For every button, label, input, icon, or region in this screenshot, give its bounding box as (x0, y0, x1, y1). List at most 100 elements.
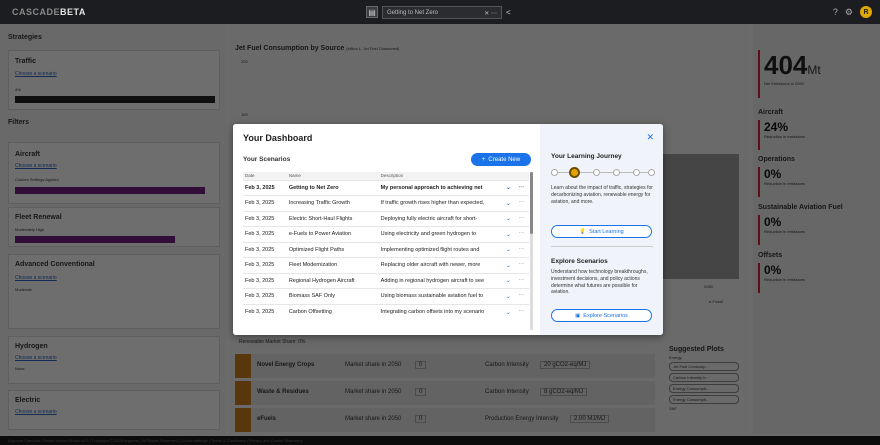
offsets-stat: 0% Reduction in emissions (758, 263, 876, 293)
traffic-card: Traffic Choose a scenario 4% (8, 50, 220, 110)
journey-step[interactable] (633, 169, 640, 176)
dialog-title: Your Dashboard (243, 133, 313, 143)
suggested-plot-chip[interactable]: Carbon Intensity b... (669, 373, 739, 382)
fuel-ci-input[interactable]: 2.00 MJ/MJ (570, 415, 610, 423)
electric-card: Electric Choose a scenario (8, 390, 220, 430)
fuel-swatch (235, 408, 251, 432)
more-icon[interactable]: ⋯ (516, 257, 529, 273)
journey-step[interactable] (648, 169, 655, 176)
filters-label[interactable]: Filters (8, 119, 29, 126)
scenario-row[interactable]: Feb 3, 2025 e-Fuels to Power Aviation Usin… (243, 226, 529, 242)
strategies-panel: Strategies Traffic Choose a scenario 4% … (0, 24, 226, 434)
aircraft-bar[interactable] (15, 187, 205, 194)
fuel-ci-label: Carbon Intensity (485, 362, 529, 368)
journey-text: Learn about the impact of traffic, strat… (551, 185, 653, 205)
chevron-down-icon[interactable]: ⌄ (503, 226, 517, 242)
fuel-ci-label: Carbon Intensity (485, 389, 529, 395)
chevron-down-icon[interactable]: ⌄ (503, 257, 517, 273)
scenario-switcher: ▤ Getting to Net Zero ✕ ⋯ < (366, 5, 511, 19)
chevron-down-icon[interactable]: ⌄ (503, 210, 517, 227)
app-logo[interactable]: CASCADEBETA (12, 7, 86, 17)
aircraft-scenario-link[interactable]: Choose a scenario (15, 163, 57, 169)
col-description[interactable]: Description (378, 172, 504, 180)
more-icon[interactable]: ⋯ (516, 241, 529, 258)
col-name[interactable]: Name (286, 172, 379, 180)
fuel-ci-input[interactable]: 20 gCO2-eq/MJ (540, 361, 591, 369)
close-icon[interactable]: ✕ (646, 132, 654, 143)
fleet-sub: Moderately High (15, 227, 45, 232)
scenario-row[interactable]: Feb 3, 2025 Biomass SAF Only Using biomass… (243, 288, 529, 304)
scenario-name-input[interactable]: Getting to Net Zero ✕ ⋯ (382, 5, 502, 19)
fuel-ci-input[interactable]: 8 gCO2-eq/MJ (540, 388, 588, 396)
net-emissions-sub: Net Emissions in 2050 (764, 81, 804, 86)
more-icon[interactable]: ⋯ (516, 210, 529, 227)
scenario-row[interactable]: Feb 3, 2025 Increasing Traffic Growth If t… (243, 195, 529, 211)
chevron-down-icon[interactable]: ⌄ (503, 272, 517, 289)
traffic-slider[interactable] (15, 96, 215, 103)
col-date[interactable]: Date (243, 172, 287, 180)
advanced-label: Advanced Conventional (15, 261, 95, 268)
more-icon[interactable]: ⋯ (491, 11, 497, 17)
scenario-description: Using biomass sustainable aviation fuel … (378, 288, 504, 304)
fuel-row: eFuels Market share in 2050 0 Production… (235, 408, 655, 432)
fuel-ms-input[interactable]: 0 (415, 361, 427, 369)
scenario-row[interactable]: Feb 3, 2025 Getting to Net Zero My persona… (243, 179, 529, 196)
scenario-row[interactable]: Feb 3, 2025 Optimized Flight Paths Impleme… (243, 241, 529, 258)
journey-step[interactable] (593, 169, 600, 176)
more-icon[interactable]: ⋯ (516, 179, 529, 196)
advanced-scenario-link[interactable]: Choose a scenario (15, 275, 57, 281)
aircraft-stat-value: 24% (764, 120, 789, 134)
close-icon[interactable]: ✕ (484, 11, 489, 17)
explore-scenarios-button[interactable]: ▣ Explore Scenarios (551, 309, 652, 322)
electric-scenario-link[interactable]: Choose a scenario (15, 409, 57, 415)
scenario-name: Electric Short-Haul Flights (286, 210, 379, 227)
section-renewable-share: Renewable Market Share: 0% (239, 339, 306, 345)
share-icon[interactable]: < (506, 8, 511, 17)
scenario-name: Fleet Modernization (286, 257, 379, 273)
traffic-scenario-link[interactable]: Choose a scenario (15, 71, 57, 77)
chevron-down-icon[interactable]: ⌄ (503, 303, 517, 320)
start-learning-button[interactable]: 💡 Start Learning (551, 225, 652, 238)
aircraft-card: Aircraft Choose a scenario Custom Settin… (8, 142, 220, 204)
chevron-down-icon[interactable]: ⌄ (503, 241, 517, 258)
journey-step[interactable] (613, 169, 620, 176)
hydrogen-scenario-link[interactable]: Choose a scenario (15, 355, 57, 361)
chevron-down-icon[interactable]: ⌄ (503, 195, 517, 211)
fuel-ms-input[interactable]: 0 (415, 415, 427, 423)
hydrogen-label: Hydrogen (15, 343, 48, 350)
explore-text: Understand how technology breakthroughs,… (551, 269, 648, 296)
create-new-button[interactable]: + Create New (471, 153, 531, 166)
scenario-description: Integrating carbon offsets into my scena… (378, 303, 504, 320)
aircraft-stat: 24% Reduction in emissions (758, 120, 876, 150)
scenario-row[interactable]: Feb 3, 2025 Regional Hydrogen Aircraft Add… (243, 272, 529, 289)
more-icon[interactable]: ⋯ (516, 195, 529, 211)
chevron-down-icon[interactable]: ⌄ (503, 288, 517, 304)
more-icon[interactable]: ⋯ (516, 303, 529, 320)
fuel-row: Novel Energy Crops Market share in 2050 … (235, 354, 655, 378)
scenario-row[interactable]: Feb 3, 2025 Carbon Offsetting Integrating … (243, 303, 529, 320)
suggested-plot-chip[interactable]: Energy Consumpti... (669, 395, 739, 404)
scenario-date: Feb 3, 2025 (243, 195, 287, 211)
help-icon[interactable]: ? (833, 7, 838, 17)
suggested-plot-chip[interactable]: Jet Fuel Consump... (669, 362, 739, 371)
gear-icon[interactable]: ⚙ (845, 7, 853, 18)
table-scrollbar[interactable] (530, 172, 533, 330)
top-bar: CASCADEBETA ▤ Getting to Net Zero ✕ ⋯ < ?… (0, 0, 880, 24)
dashboard-icon[interactable]: ▤ (366, 6, 378, 18)
more-icon[interactable]: ⋯ (516, 272, 529, 289)
more-icon[interactable]: ⋯ (516, 288, 529, 304)
scenario-date: Feb 3, 2025 (243, 241, 287, 258)
fuel-ms-input[interactable]: 0 (415, 388, 427, 396)
avatar[interactable]: R (860, 6, 872, 18)
scenario-row[interactable]: Feb 3, 2025 Electric Short-Haul Flights De… (243, 210, 529, 227)
scenario-date: Feb 3, 2025 (243, 210, 287, 227)
scenario-row[interactable]: Feb 3, 2025 Fleet Modernization Replacing … (243, 257, 529, 273)
suggested-plot-chip[interactable]: Energy Consumpti... (669, 384, 739, 393)
net-emissions-stat: 404Mt Net Emissions in 2050 (758, 50, 876, 98)
more-icon[interactable]: ⋯ (516, 226, 529, 242)
fleet-slider[interactable] (15, 236, 175, 243)
chevron-down-icon[interactable]: ⌄ (503, 179, 517, 196)
journey-step-current[interactable] (569, 167, 580, 178)
fuel-swatch (235, 381, 251, 405)
journey-step[interactable] (551, 169, 558, 176)
